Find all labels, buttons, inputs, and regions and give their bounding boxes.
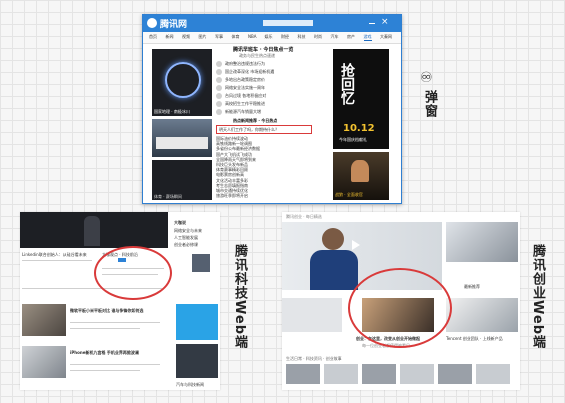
tab-3[interactable]: 图片 [199,34,207,40]
popup-mid-heading: 热点新闻推荐 · 今日热点 [233,118,278,123]
bottom-thumb-image[interactable] [286,364,320,384]
tab-9[interactable]: 科技 [298,34,306,40]
tab-5[interactable]: 体育 [232,34,240,40]
poster2-image[interactable]: 战狼 · 全面收官 [333,152,389,200]
article1-title[interactable]: 微软平板小米平板对比 谁与争锋你如何选 [70,308,170,313]
bottom-thumb-row [286,364,516,386]
popup-headline[interactable]: 腾讯早班车 · 今日焦点一览 [233,46,293,53]
news-item[interactable]: 国企改革深化 市场迎新机遇 [225,69,329,74]
tab-7[interactable]: 娱乐 [265,34,273,40]
thumb-eclipse-image[interactable]: 国家地理 · 南极冰川 [152,49,212,116]
bullet-thumb-icon [216,85,222,91]
tech-web-label: 腾讯科技Web端 [232,244,247,349]
popup-titlebar: 腾讯网 × [143,15,401,32]
bullet-thumb-icon [216,61,222,67]
popup-label: 弹窗 [422,90,437,118]
thumb-stadium-image[interactable] [152,119,212,157]
news-item[interactable]: 旅游旺季即将开启 [216,193,320,198]
thumb1-caption: 国家地理 · 南极冰川 [154,109,190,114]
tab-11[interactable]: 汽车 [331,34,339,40]
sidebar-item[interactable]: 人工智能发展 [174,235,218,240]
side-caption: Tencent 创业团队 · 上线新产品 [446,336,503,341]
bullet-thumb-icon [216,77,222,83]
movie-poster-image[interactable]: 抢回忆 10.12 今年国庆档献礼 [333,49,389,149]
tab-6[interactable]: NBA [248,34,256,39]
news-item[interactable]: 政府整治违规违法行为 [225,61,329,66]
sidebar-item[interactable]: 网络安全与未来 [174,228,218,233]
sidebar-list: 网络安全与未来 人工智能发展 创业者必修课 [174,228,218,249]
tech-web-page: Linkedin联合创始人：从硅谷看未来 大咖观点 · 科技前沿 大咖说 网络安… [20,212,220,390]
popup-nav-tabs: 首页 新闻 视频 图片 军事 体育 NBA 娱乐 财经 科技 时尚 汽车 房产 游戏 大秦网 [143,32,401,44]
tab-4[interactable]: 军事 [215,34,223,40]
popup-sub-headline: 政务与民生热点速递 [239,53,275,58]
poster-date: 10.12 [343,123,375,134]
news-item[interactable]: 新能源汽车销量大增 [225,109,329,114]
ad-banner-image[interactable] [176,304,218,340]
bottom-thumb-image[interactable] [438,364,472,384]
ad-banner2-image[interactable] [176,344,218,378]
tab-10[interactable]: 时尚 [314,34,322,40]
article2-image[interactable] [22,346,66,378]
footer-text: 汽车与科技新闻 [176,382,204,387]
bottom-thumb-image[interactable] [476,364,510,384]
close-icon[interactable]: × [381,17,389,27]
bullet-thumb-icon [216,109,222,115]
article1-image[interactable] [22,304,66,336]
thumb-dark-image[interactable]: 体育 · 赛场瞬间 [152,160,212,200]
play-icon[interactable] [352,240,360,250]
tab-14[interactable]: 大秦网 [380,34,392,40]
highlight-circle-left [94,246,172,300]
news-item[interactable]: 高校招生工作平稳推进 [225,101,329,106]
article2-title[interactable]: iPhone新机九宫格 手机业界再掀波澜 [70,350,170,355]
bullet-thumb-icon [216,93,222,99]
poster-title: 抢回忆 [339,63,355,105]
tab-0[interactable]: 首页 [149,34,157,40]
hero-side-image[interactable] [446,222,518,262]
startup-web-label: 腾讯创业Web端 [530,244,545,349]
tab-12[interactable]: 房产 [347,34,355,40]
popup-app-title: 腾讯网 [160,20,188,30]
news-item[interactable]: 网络安全法实施一周年 [225,85,329,90]
eclipse-ring-icon [165,62,201,98]
highlight-text: 明天人们工作了吗，你期待什么？ [219,127,279,132]
tab-13[interactable]: 游戏 [363,34,372,41]
news-item[interactable]: 台风过境 各地积极应对 [225,93,329,98]
sidebar-item[interactable]: 创业者必修课 [174,242,218,247]
top-strip-text: 腾讯创业 · 每日精选 [286,214,322,219]
sidebar-title: 大咖说 [174,220,186,225]
right-small-image[interactable] [446,298,518,332]
qq-logo-icon [147,18,157,28]
bullet-thumb-icon [216,69,222,75]
popup-search-box[interactable] [263,20,313,26]
tab-2[interactable]: 视频 [182,34,190,40]
sidebar-avatar[interactable] [192,254,210,272]
bullet-thumb-icon [216,101,222,107]
left-small-image[interactable] [282,298,342,332]
hero-intro-text[interactable]: Linkedin联合创始人：从硅谷看未来 [22,252,96,257]
popup-window: 腾讯网 × 首页 新闻 视频 图片 军事 体育 NBA 娱乐 财经 科技 时尚 汽车 房产 游戏 大秦网 国… [142,14,402,204]
minimize-icon[interactable] [369,23,375,24]
poster2-caption: 战狼 · 全面收官 [335,192,363,197]
tab-8[interactable]: 财经 [281,34,289,40]
bottom-thumb-image[interactable] [362,364,396,384]
poster-sub: 今年国庆档献礼 [339,137,367,142]
thumb2-caption: 体育 · 赛场瞬间 [154,194,182,199]
tab-1[interactable]: 新闻 [166,34,174,40]
highlight-link[interactable]: 明天人们工作了吗，你期待什么？ [216,125,312,134]
news-item[interactable]: 多地出台政策稳定房价 [225,77,329,82]
bottom-thumb-image[interactable] [324,364,358,384]
bottom-thumb-image[interactable] [400,364,434,384]
popup-label-icon: ♾ [420,70,433,86]
highlight-circle-right [348,268,452,348]
hero-speaker-image[interactable] [20,212,168,248]
side-label: 最新推荐 [464,284,480,289]
bottom-row-text: 生活日常 · 科技资讯 · 创业故事 [286,356,342,361]
